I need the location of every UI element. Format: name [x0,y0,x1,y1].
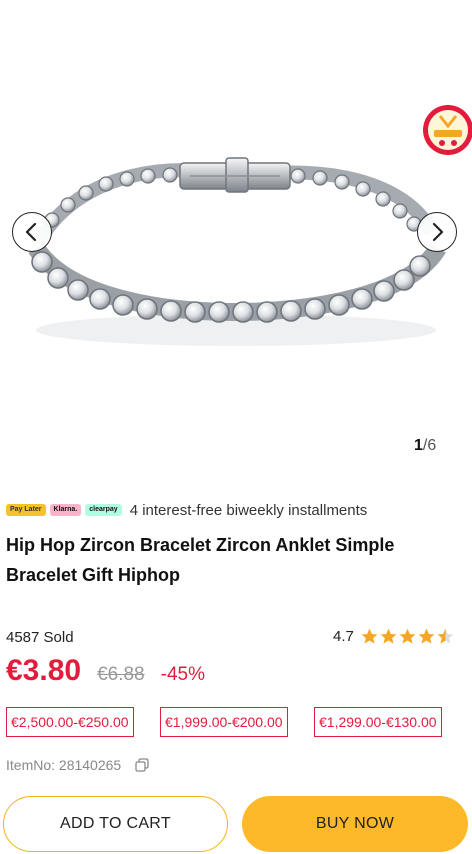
price-row: €3.80 €6.88 -45% [6,654,205,694]
installments-row[interactable]: Pay Later Klarna. clearpay 4 interest-fr… [6,500,367,520]
image-counter-total: /6 [422,437,437,454]
klarna-logo: Klarna. [49,504,82,516]
half-star-icon [437,628,454,644]
item-number-text: ItemNo: 28140265 [6,757,122,773]
buy-now-button[interactable]: BUY NOW [242,796,468,852]
next-image-button[interactable] [417,212,457,252]
rating[interactable]: 4.7 [333,627,455,646]
star-icon [399,628,416,644]
installments-text: 4 interest-free biweekly installments [129,501,368,519]
image-counter-current: 1 [414,437,423,454]
clearpay-logo: clearpay [85,504,122,516]
rating-stars [360,627,455,646]
promo-badge-icon [423,105,472,155]
chevron-right-icon [432,222,444,242]
current-price: €3.80 [6,654,82,687]
coupon-1[interactable]: €2,500.00-€250.00 [6,707,134,737]
product-image [28,157,446,346]
star-icon [361,628,378,644]
discount-badge: -45% [160,664,205,685]
original-price: €6.88 [97,664,145,685]
star-icon [380,628,397,644]
product-title: Hip Hop Zircon Bracelet Zircon Anklet Si… [6,535,395,585]
image-counter: 1/6 [414,437,436,455]
coupon-3[interactable]: €1,299.00-€130.00 [314,707,442,737]
previous-image-button[interactable] [12,212,52,252]
add-to-cart-button[interactable]: ADD TO CART [3,796,228,852]
chevron-left-icon [25,222,37,242]
copy-icon[interactable] [135,758,149,772]
rating-value: 4.7 [333,628,354,645]
sold-count: 4587 Sold [6,629,74,646]
promo-badge[interactable] [420,104,472,156]
item-number: ItemNo: 28140265 [6,757,149,773]
coupon-2[interactable]: €1,999.00-€200.00 [160,707,288,737]
paylater-logo: Pay Later [6,504,46,516]
star-icon [418,628,435,644]
product-image-gallery[interactable]: 1/6 [0,0,472,470]
